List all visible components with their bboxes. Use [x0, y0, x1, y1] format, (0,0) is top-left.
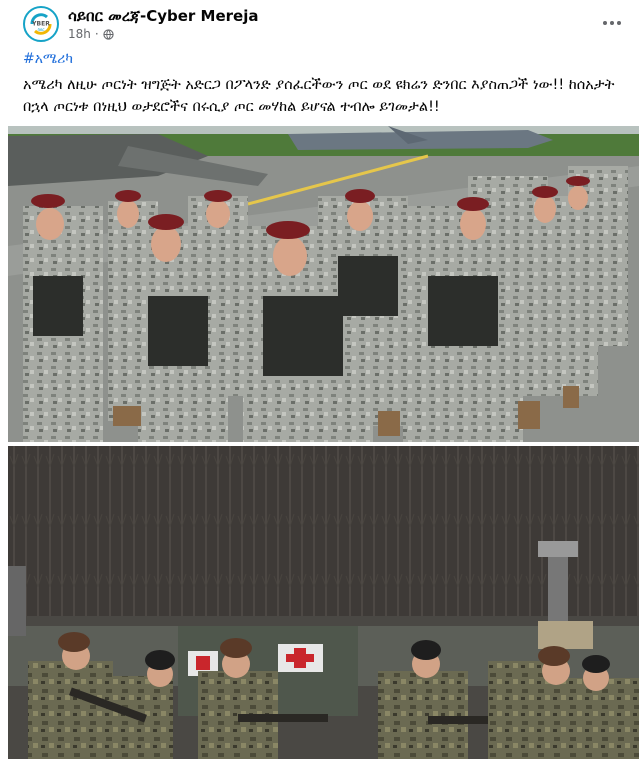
post-header: YBER ሰበር ሳይበር መረጃ-Cyber Mereja 18h · — [0, 0, 640, 46]
post-meta: 18h · — [68, 27, 114, 41]
more-dot — [610, 21, 614, 25]
hashtag-link[interactable]: #አሜሪካ — [23, 51, 73, 67]
meta-separator: · — [94, 27, 99, 41]
soldiers-forest-photo[interactable] — [8, 446, 639, 759]
svg-text:ሰበር: ሰበር — [38, 27, 46, 32]
soldiers-marching-illustration — [8, 126, 639, 442]
more-options-icon[interactable] — [600, 14, 624, 32]
cyber-mereja-logo: YBER ሰበር — [26, 9, 56, 39]
more-dot — [617, 21, 621, 25]
post-time[interactable]: 18h — [68, 27, 91, 41]
soldiers-marching-photo[interactable] — [8, 126, 639, 442]
post-text: አሜሪካ ለዚሁ ጦርነት ዝግጅት አድርጋ በፖላንድ ያሰፈርችውን ጦር… — [23, 77, 615, 115]
page-name[interactable]: ሳይበር መረጃ-Cyber Mereja — [68, 7, 258, 25]
soldiers-forest-illustration — [8, 446, 639, 759]
globe-icon[interactable] — [103, 28, 114, 40]
page-avatar[interactable]: YBER ሰበር — [23, 6, 59, 42]
more-dot — [603, 21, 607, 25]
